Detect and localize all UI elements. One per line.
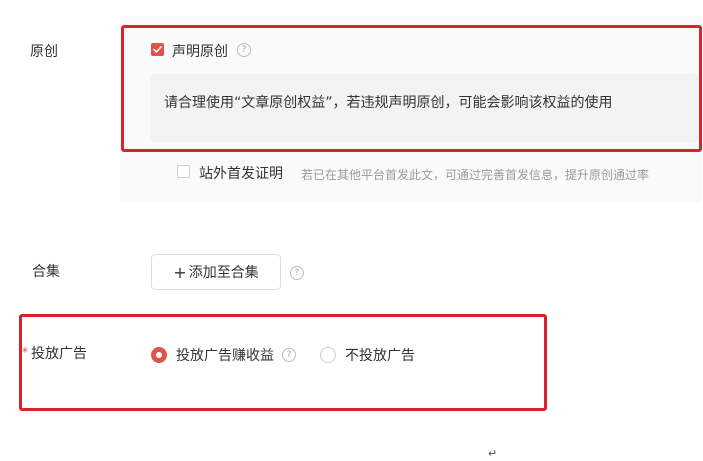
add-to-collection-label: 添加至合集 — [188, 265, 259, 281]
collection-section-label: 合集 — [32, 264, 60, 280]
offsite-proof-label[interactable]: 站外首发证明 — [199, 163, 283, 183]
settings-page: 原创 声明原创 ? 请合理使用“文章原创权益”，若违规声明原创，可能会影响该权益… — [0, 0, 703, 461]
offsite-proof-checkbox[interactable] — [177, 165, 190, 178]
ads-radio-none[interactable] — [320, 347, 336, 363]
ads-section-label: 投放广告 — [31, 346, 87, 362]
original-highlight-frame — [121, 25, 702, 152]
question-circle-icon[interactable]: ? — [282, 348, 296, 362]
required-marker: * — [22, 345, 28, 359]
plus-icon: + — [173, 262, 187, 282]
add-to-collection-button[interactable]: + 添加至合集 — [151, 254, 281, 290]
ads-highlight-frame — [19, 314, 547, 411]
question-circle-icon[interactable]: ? — [290, 266, 304, 280]
offsite-proof-hint: 若已在其他平台首发此文，可通过完善首发信息，提升原创通过率 — [301, 168, 650, 182]
ads-radio-earn[interactable] — [151, 347, 167, 363]
original-section-label: 原创 — [30, 44, 58, 60]
paragraph-return-mark: ↵ — [488, 447, 498, 460]
ads-option-none-label[interactable]: 不投放广告 — [345, 345, 415, 365]
ads-option-earn-label[interactable]: 投放广告赚收益 — [176, 345, 274, 365]
